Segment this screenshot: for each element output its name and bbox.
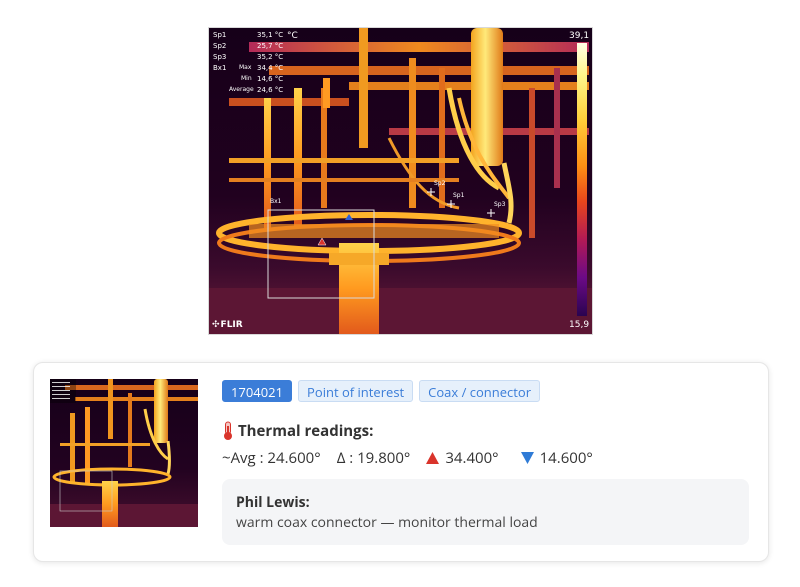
stat-average: ~Avg : 24.600° <box>222 448 321 468</box>
readout-bx1-min-value: 14,6 °C <box>257 75 284 83</box>
thermal-scene <box>209 28 592 334</box>
thermal-thumbnail[interactable] <box>50 379 198 527</box>
readout-bx1-max-value: 34,4 °C <box>257 64 284 72</box>
stat-delta: Δ : 19.800° <box>336 448 411 468</box>
spot-label-sp2: Sp2 <box>434 180 446 187</box>
tag-point-of-interest[interactable]: Point of interest <box>298 380 414 402</box>
comment-box: Phil Lewis: warm coax connector — monito… <box>222 479 749 545</box>
tag-coax-connector[interactable]: Coax / connector <box>419 380 541 402</box>
flir-logo-icon: ✣ <box>212 320 220 330</box>
readout-unit: °C <box>287 31 298 41</box>
scale-max-label: 39,1 <box>569 31 590 41</box>
tag-id[interactable]: 1704021 <box>222 380 293 402</box>
spot-label-sp1: Sp1 <box>453 192 465 199</box>
temperature-scale-bar <box>577 43 587 316</box>
thermal-readings-heading-text: Thermal readings: <box>238 421 374 441</box>
thermal-stats: ~Avg : 24.600° Δ : 19.800° 34.400° 14.60… <box>222 448 593 468</box>
comment-author: Phil Lewis: <box>236 493 310 512</box>
readout-sp3-value: 35,2 °C <box>257 53 284 61</box>
readout-bx1-average-label: Average <box>229 86 254 93</box>
stat-min: 14.600° <box>539 448 593 468</box>
flir-logo: ✣ FLIR <box>212 321 243 330</box>
stat-max: 34.400° <box>445 448 499 468</box>
comment-text: warm coax connector — monitor thermal lo… <box>236 513 538 532</box>
readout-bx1-min-label: Min <box>241 75 252 82</box>
thermometer-icon <box>224 421 232 440</box>
thermal-reading-card: 1704021 Point of interest Coax / connect… <box>33 362 769 562</box>
max-triangle-icon <box>426 452 440 464</box>
readout-bx1-max-label: Max <box>239 64 252 71</box>
thermal-image: Sp1 35,1 °C °C Sp2 25,7 °C Sp3 35,2 °C B… <box>208 27 593 335</box>
scale-min-label: 15,9 <box>569 320 590 330</box>
flir-logo-text: FLIR <box>220 320 243 330</box>
box-max-marker <box>317 237 327 246</box>
readout-sp2-value: 25,7 °C <box>257 42 284 50</box>
min-triangle-icon <box>520 452 534 464</box>
thermal-readings-heading: Thermal readings: <box>222 421 373 441</box>
readout-bx1-average-value: 24,6 °C <box>257 86 284 94</box>
readout-sp2-label: Sp2 <box>213 42 227 50</box>
readout-sp1-value: 35,1 °C <box>257 31 284 39</box>
box-label-bx1: Bx1 <box>270 198 282 205</box>
thumbnail-scene <box>50 379 198 527</box>
spot-label-sp3: Sp3 <box>494 201 506 208</box>
readout-sp1-label: Sp1 <box>213 31 227 39</box>
readout-bx1-label: Bx1 <box>213 64 227 72</box>
tag-list: 1704021 Point of interest Coax / connect… <box>222 380 541 402</box>
readout-sp3-label: Sp3 <box>213 53 227 61</box>
